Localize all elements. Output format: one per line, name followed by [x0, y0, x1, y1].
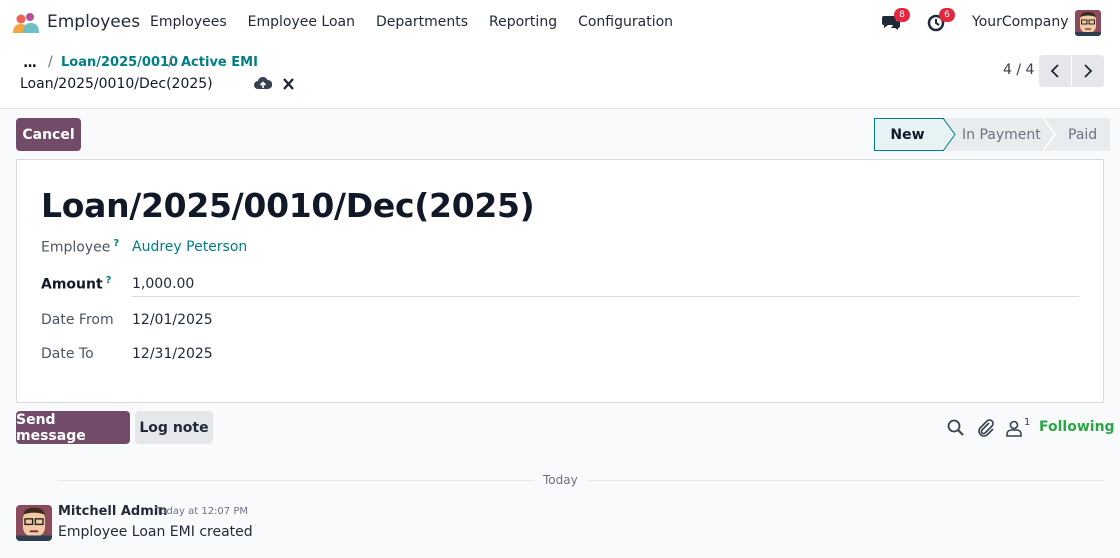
message-author[interactable]: Mitchell Admin [58, 504, 167, 519]
breadcrumb-active-emi[interactable]: Active EMI [181, 55, 258, 70]
date-separator-line [588, 480, 1104, 481]
employee-label-text: Employee [41, 239, 111, 256]
breadcrumb-separator: / [48, 54, 53, 70]
cancel-button[interactable]: Cancel [16, 118, 81, 151]
amount-label: Amount? [41, 275, 111, 293]
log-note-button[interactable]: Log note [135, 411, 213, 444]
menu-employees[interactable]: Employees [150, 14, 227, 30]
search-icon[interactable] [946, 418, 966, 438]
message-author-avatar[interactable] [16, 505, 52, 541]
pager-value[interactable]: 4 / 4 [1003, 62, 1034, 78]
chevron-left-icon [1050, 64, 1059, 78]
user-avatar[interactable] [1075, 10, 1101, 36]
close-icon[interactable] [282, 77, 295, 91]
employee-field[interactable]: Audrey Peterson [132, 239, 247, 255]
date-from-label: Date From [41, 312, 114, 328]
menu-reporting[interactable]: Reporting [489, 14, 557, 30]
messages-badge: 8 [894, 8, 910, 22]
stage-arrow [1043, 118, 1056, 151]
stage-new-label: New [890, 126, 925, 143]
cloud-upload-icon[interactable] [254, 76, 272, 92]
stage-arrow [943, 118, 956, 151]
amount-label-text: Amount [41, 276, 103, 293]
app-name[interactable]: Employees [47, 12, 140, 32]
date-to-label: Date To [41, 346, 94, 362]
employee-label: Employee? [41, 238, 119, 256]
main-menu: Employees Employee Loan Departments Repo… [150, 14, 694, 30]
company-switcher[interactable]: YourCompany [972, 14, 1069, 30]
message-body: Employee Loan EMI created [58, 524, 253, 540]
stage-paid-label: Paid [1068, 126, 1098, 143]
messages-button[interactable]: 8 [881, 8, 910, 34]
stage-in-payment[interactable]: In Payment [944, 118, 1056, 151]
app-logo-icon[interactable] [12, 11, 40, 35]
pager-previous-button[interactable] [1039, 55, 1071, 87]
help-icon[interactable]: ? [106, 275, 112, 286]
breadcrumb-current: Loan/2025/0010/Dec(2025) [20, 76, 213, 92]
pager-next-button[interactable] [1072, 55, 1104, 87]
top-navbar: Employees Employees Employee Loan Depart… [0, 0, 1120, 46]
date-separator-line [58, 480, 534, 481]
help-icon[interactable]: ? [113, 238, 119, 249]
menu-departments[interactable]: Departments [376, 14, 468, 30]
control-panel: ... / Loan/2025/0010 / Active EMI Loan/2… [0, 46, 1120, 109]
breadcrumb-loan[interactable]: Loan/2025/0010 [61, 55, 178, 70]
employee-link[interactable]: Audrey Peterson [132, 239, 247, 255]
menu-configuration[interactable]: Configuration [578, 14, 673, 30]
breadcrumb-separator: / [168, 54, 173, 70]
paperclip-icon[interactable] [976, 418, 996, 438]
record-title: Loan/2025/0010/Dec(2025) [41, 186, 535, 225]
message-timestamp: Today at 12:07 PM [156, 506, 248, 517]
breadcrumb-more[interactable]: ... [23, 55, 37, 71]
date-from-field: 12/01/2025 [132, 312, 213, 328]
amount-field-underline [132, 296, 1079, 297]
date-to-field: 12/31/2025 [132, 346, 213, 362]
following-button[interactable]: Following [1039, 419, 1115, 435]
date-separator-label: Today [543, 473, 578, 487]
menu-employee-loan[interactable]: Employee Loan [248, 14, 355, 30]
amount-field[interactable]: 1,000.00 [132, 276, 194, 292]
followers-count[interactable]: 1 [1024, 417, 1030, 428]
user-follower-icon[interactable] [1004, 418, 1024, 438]
activities-badge: 6 [939, 8, 955, 22]
form-sheet: Loan/2025/0010/Dec(2025) Employee? Audre… [16, 159, 1104, 403]
stage-in-payment-label: In Payment [962, 126, 1041, 143]
send-message-button[interactable]: Send message [16, 411, 130, 444]
stage-new[interactable]: New [874, 118, 956, 151]
activities-button[interactable]: 6 [926, 8, 955, 34]
status-bar: New In Payment Paid [874, 118, 1110, 151]
chevron-right-icon [1084, 64, 1093, 78]
